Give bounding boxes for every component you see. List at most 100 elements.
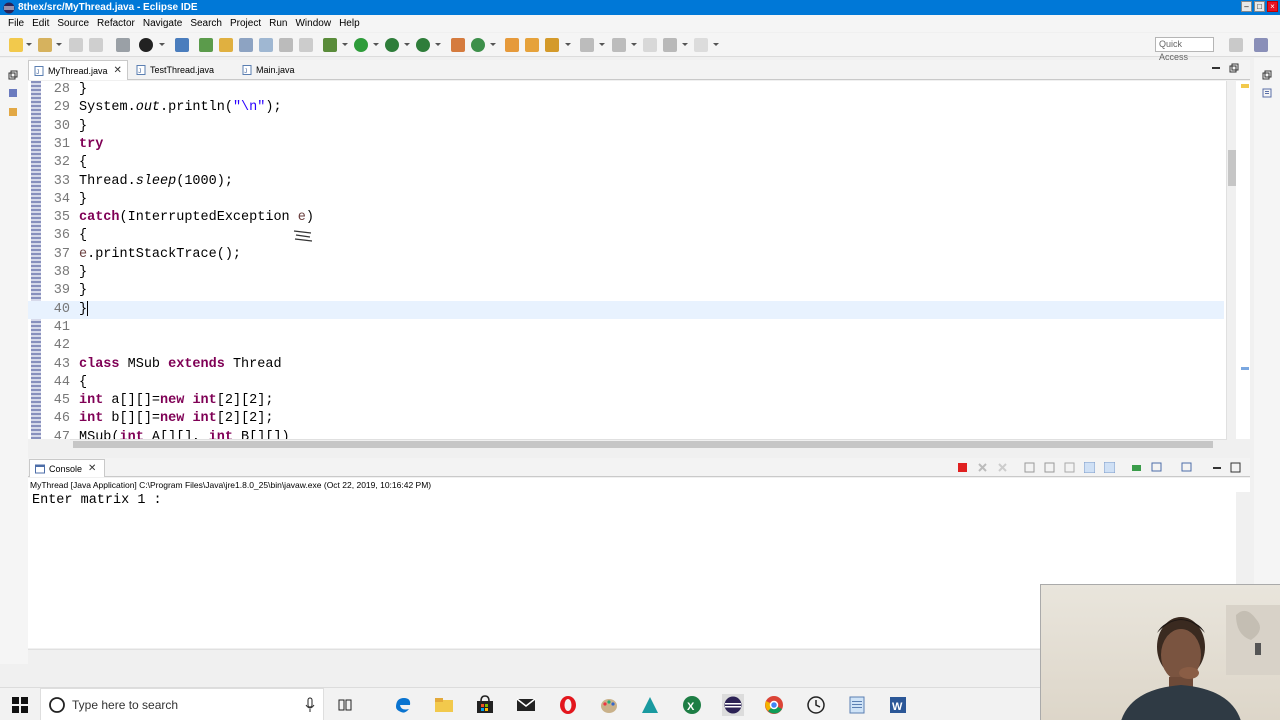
code-line[interactable]: 40} — [28, 300, 1224, 319]
start-button[interactable] — [0, 688, 40, 720]
navigator-icon[interactable] — [8, 107, 18, 117]
display-console-icon[interactable] — [1151, 462, 1162, 473]
code-line[interactable]: 42 — [28, 337, 1224, 355]
code-line[interactable]: 34} — [28, 191, 1224, 209]
back-dropdown-caret[interactable] — [682, 43, 688, 46]
block-selection-icon[interactable] — [259, 38, 273, 52]
maximize-button[interactable]: □ — [1254, 1, 1265, 12]
package-explorer-icon[interactable] — [8, 88, 18, 98]
close-tab-icon[interactable]: ✕ — [114, 65, 122, 76]
code-line[interactable]: 44 { — [28, 374, 1224, 392]
debug-icon[interactable] — [323, 38, 337, 52]
editor-vertical-scrollbar[interactable] — [1226, 81, 1236, 439]
editor-horizontal-scrollbar[interactable] — [70, 439, 1227, 449]
external-tools-dropdown-caret[interactable] — [435, 43, 441, 46]
show-on-stdout-icon[interactable] — [1084, 462, 1095, 473]
code-line[interactable]: 32 { — [28, 154, 1224, 172]
code-editor[interactable]: 28} 29 System.out.println("\n"); 30} 31 try 32… — [28, 81, 1250, 439]
eclipse-icon[interactable] — [722, 694, 744, 716]
new-class-icon[interactable] — [471, 38, 485, 52]
mark-occurrences-icon[interactable] — [219, 38, 233, 52]
code-line[interactable]: 36 { — [28, 227, 1224, 245]
open-console-icon[interactable] — [1181, 462, 1192, 473]
opera-icon[interactable] — [557, 694, 579, 716]
open-perspective-icon[interactable] — [1229, 38, 1243, 52]
store-icon[interactable] — [474, 694, 496, 716]
java-perspective-icon[interactable] — [1254, 38, 1268, 52]
debug-perspective-icon[interactable] — [139, 38, 153, 52]
code-line[interactable]: 41 — [28, 319, 1224, 337]
tab-mythread-java[interactable]: J MyThread.java ✕ — [28, 60, 128, 80]
editor-hscroll-thumb[interactable] — [73, 441, 1213, 448]
close-button[interactable]: × — [1267, 1, 1278, 12]
code-line[interactable]: 45 int a[][]=new int[2][2]; — [28, 392, 1224, 410]
restore-icon[interactable] — [8, 70, 18, 80]
word-wrap-console-icon[interactable] — [1064, 462, 1075, 473]
word-icon[interactable]: W — [887, 694, 909, 716]
forward-icon[interactable] — [694, 38, 708, 52]
code-line[interactable]: 37 e.printStackTrace(); — [28, 246, 1224, 264]
task-view-icon[interactable] — [335, 694, 357, 716]
remove-launch-icon[interactable] — [977, 462, 988, 473]
external-tools-icon[interactable] — [416, 38, 430, 52]
file-explorer-icon[interactable] — [433, 694, 455, 716]
word-wrap-icon[interactable] — [239, 38, 253, 52]
code-line[interactable]: 31 try — [28, 136, 1224, 154]
code-line[interactable]: 30} — [28, 118, 1224, 136]
show-whitespace-icon[interactable] — [279, 38, 293, 52]
editor-scroll-thumb[interactable] — [1228, 150, 1236, 186]
open-task-icon[interactable] — [505, 38, 519, 52]
new-dropdown-caret[interactable] — [26, 43, 32, 46]
microphone-icon[interactable] — [305, 697, 315, 713]
maximize-editor-icon[interactable] — [1229, 63, 1239, 73]
pin-console-icon[interactable] — [1131, 462, 1142, 473]
maximize-console-icon[interactable] — [1230, 462, 1241, 473]
code-line[interactable]: 33 Thread.sleep(1000); — [28, 173, 1224, 191]
code-line[interactable]: 47 MSub(int A[][], int B[][]) — [28, 429, 1224, 439]
run-icon[interactable] — [354, 38, 368, 52]
chrome-icon[interactable] — [763, 694, 785, 716]
restore-right-icon[interactable] — [1262, 70, 1272, 80]
mail-icon[interactable] — [515, 694, 537, 716]
last-edit-location-icon[interactable] — [643, 38, 657, 52]
code-line[interactable]: 39} — [28, 282, 1224, 300]
coverage-dropdown-caret[interactable] — [404, 43, 410, 46]
menu-help[interactable]: Help — [335, 18, 364, 29]
menu-file[interactable]: File — [4, 18, 28, 29]
minimize-button[interactable]: – — [1241, 1, 1252, 12]
menu-window[interactable]: Window — [291, 18, 335, 29]
quick-access-field[interactable]: Quick Access — [1155, 37, 1214, 62]
menu-navigate[interactable]: Navigate — [139, 18, 186, 29]
code-line[interactable]: 29 System.out.println("\n"); — [28, 99, 1224, 117]
overview-warning-marker[interactable] — [1241, 84, 1249, 88]
clear-console-icon[interactable] — [1024, 462, 1035, 473]
run-dropdown-caret[interactable] — [373, 43, 379, 46]
save-all-icon[interactable] — [89, 38, 103, 52]
excel-icon[interactable]: X — [681, 694, 703, 716]
previous-annotation-caret[interactable] — [631, 43, 637, 46]
tab-main-java[interactable]: J Main.java — [237, 60, 317, 80]
show-on-stderr-icon[interactable] — [1104, 462, 1115, 473]
menu-refactor[interactable]: Refactor — [93, 18, 139, 29]
search-icon[interactable] — [545, 38, 559, 52]
new-class-dropdown-caret[interactable] — [490, 43, 496, 46]
print-icon[interactable] — [116, 38, 130, 52]
scroll-lock-icon[interactable] — [1044, 462, 1055, 473]
code-line[interactable]: 28} — [28, 81, 1224, 99]
code-line[interactable]: 38} — [28, 264, 1224, 282]
open-folder-icon[interactable] — [525, 38, 539, 52]
code-line[interactable]: 35 catch(InterruptedException e) — [28, 209, 1224, 227]
new-java-project-icon[interactable] — [451, 38, 465, 52]
minimize-console-icon[interactable] — [1212, 462, 1223, 473]
search-dropdown-caret[interactable] — [565, 43, 571, 46]
save-icon[interactable] — [69, 38, 83, 52]
new-icon[interactable] — [9, 38, 23, 52]
outline-icon[interactable] — [1262, 88, 1272, 98]
menu-run[interactable]: Run — [265, 18, 291, 29]
next-annotation-icon[interactable] — [580, 38, 594, 52]
menu-search[interactable]: Search — [186, 18, 226, 29]
minimize-editor-icon[interactable] — [1211, 63, 1221, 73]
previous-annotation-icon[interactable] — [612, 38, 626, 52]
tab-console[interactable]: Console ✕ — [29, 459, 106, 477]
terminate-icon[interactable] — [957, 462, 968, 473]
